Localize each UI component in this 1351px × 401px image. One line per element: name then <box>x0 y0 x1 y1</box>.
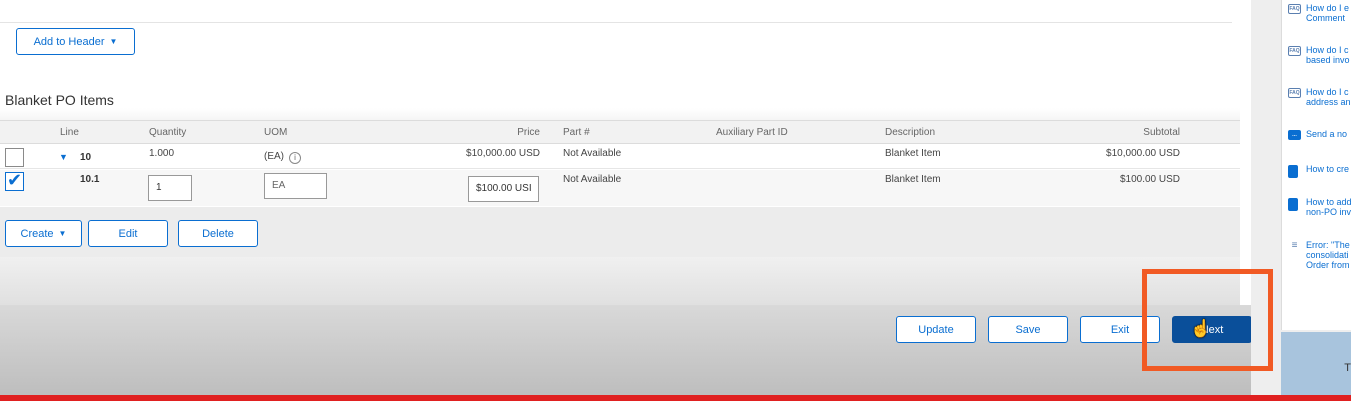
part-value: Not Available <box>563 174 622 185</box>
article-icon: ≡ <box>1288 241 1301 251</box>
expand-down-icon[interactable]: ▼ <box>59 152 68 162</box>
section-band <box>0 108 1240 120</box>
next-button[interactable]: Next <box>1172 316 1252 343</box>
col-quantity: Quantity <box>149 127 187 138</box>
col-aux-part: Auxiliary Part ID <box>716 127 788 138</box>
col-part: Part # <box>563 127 590 138</box>
faq-icon: FAQ <box>1288 4 1301 14</box>
uom-cell: (EA) i <box>264 151 301 164</box>
info-icon[interactable]: i <box>289 152 301 164</box>
help-link-text: How do I e Comment <box>1306 3 1350 23</box>
help-link[interactable]: … Send a no <box>1282 128 1351 158</box>
help-link[interactable]: FAQ How do I e Comment <box>1282 2 1351 32</box>
table-row: ▼ 10 1.000 (EA) i $10,000.00 USD Not Avai… <box>0 145 1240 169</box>
faq-icon: FAQ <box>1288 88 1301 98</box>
col-subtotal: Subtotal <box>1143 127 1180 138</box>
quantity-value: 1.000 <box>149 148 175 159</box>
create-button[interactable]: Create ▼ <box>5 220 82 247</box>
line-number: 10.1 <box>80 174 100 185</box>
faq-icon: FAQ <box>1288 46 1301 56</box>
edit-button[interactable]: Edit <box>88 220 168 247</box>
table-action-bar: Create ▼ Edit Delete <box>0 207 1240 257</box>
help-link-text: Error: "The consolidati Order from <box>1306 240 1350 270</box>
row-checkbox-checked[interactable] <box>5 170 24 191</box>
help-link-text: How to add non-PO inv <box>1306 197 1351 217</box>
add-to-header-button[interactable]: Add to Header ▼ <box>16 28 135 55</box>
col-description: Description <box>885 127 936 138</box>
hand-cursor-icon: ☝ <box>1190 319 1212 338</box>
delete-button[interactable]: Delete <box>178 220 258 247</box>
help-sidebar: FAQ How do I e Comment FAQ How do I c ba… <box>1251 0 1351 401</box>
help-link-text: Send a no <box>1306 129 1348 139</box>
caret-down-icon: ▼ <box>58 228 67 238</box>
uom-value: (EA) <box>264 151 284 162</box>
price-input[interactable]: $100.00 USI <box>468 176 539 202</box>
row-checkbox[interactable] <box>5 148 24 167</box>
col-line: Line <box>60 127 79 138</box>
help-link[interactable]: ≡ Error: "The consolidati Order from <box>1282 239 1351 279</box>
quantity-input[interactable]: 1 <box>148 175 192 201</box>
help-link-text: How do I c based invo <box>1306 45 1350 65</box>
sidebar-footer-text: T <box>1344 362 1351 374</box>
line-number: 10 <box>80 152 92 163</box>
main-content: Add to Header ▼ Blanket PO Items Line Qu… <box>0 0 1252 401</box>
spacer-band <box>0 257 1240 305</box>
subtotal-value: $100.00 USD <box>1119 174 1180 185</box>
chat-icon: … <box>1288 130 1301 140</box>
help-link-text: How do I c address an <box>1306 87 1351 107</box>
price-value: $10,000.00 USD <box>466 148 540 159</box>
subtotal-value: $10,000.00 USD <box>1106 148 1180 159</box>
update-button[interactable]: Update <box>896 316 976 343</box>
footer-bar: Update Save Exit Next <box>0 305 1252 397</box>
document-icon <box>1288 198 1298 211</box>
sidebar-footer: T <box>1281 332 1351 395</box>
caret-down-icon: ▼ <box>109 36 118 46</box>
uom-input[interactable]: EA <box>264 173 327 199</box>
help-link[interactable]: How to add non-PO inv <box>1282 196 1351 226</box>
col-price: Price <box>517 127 540 138</box>
col-uom: UOM <box>264 127 288 138</box>
add-to-header-label: Add to Header <box>33 35 105 48</box>
divider <box>0 22 1232 23</box>
save-button[interactable]: Save <box>988 316 1068 343</box>
document-icon <box>1288 165 1298 178</box>
exit-button[interactable]: Exit <box>1080 316 1160 343</box>
help-link[interactable]: How to cre <box>1282 163 1351 193</box>
recording-border <box>0 395 1351 401</box>
part-value: Not Available <box>563 148 622 159</box>
section-title: Blanket PO Items <box>5 92 114 108</box>
help-link[interactable]: FAQ How do I c based invo <box>1282 44 1351 74</box>
description-value: Blanket Item <box>885 148 941 159</box>
help-link[interactable]: FAQ How do I c address an <box>1282 86 1351 116</box>
help-panel: FAQ How do I e Comment FAQ How do I c ba… <box>1281 0 1351 330</box>
help-link-text: How to cre <box>1306 164 1350 174</box>
description-value: Blanket Item <box>885 174 941 185</box>
table-header: Line Quantity UOM Price Part # Auxiliary… <box>0 120 1240 144</box>
create-label: Create <box>20 227 54 240</box>
table-row: 10.1 1 EA $100.00 USI Not Available Blan… <box>0 170 1240 206</box>
